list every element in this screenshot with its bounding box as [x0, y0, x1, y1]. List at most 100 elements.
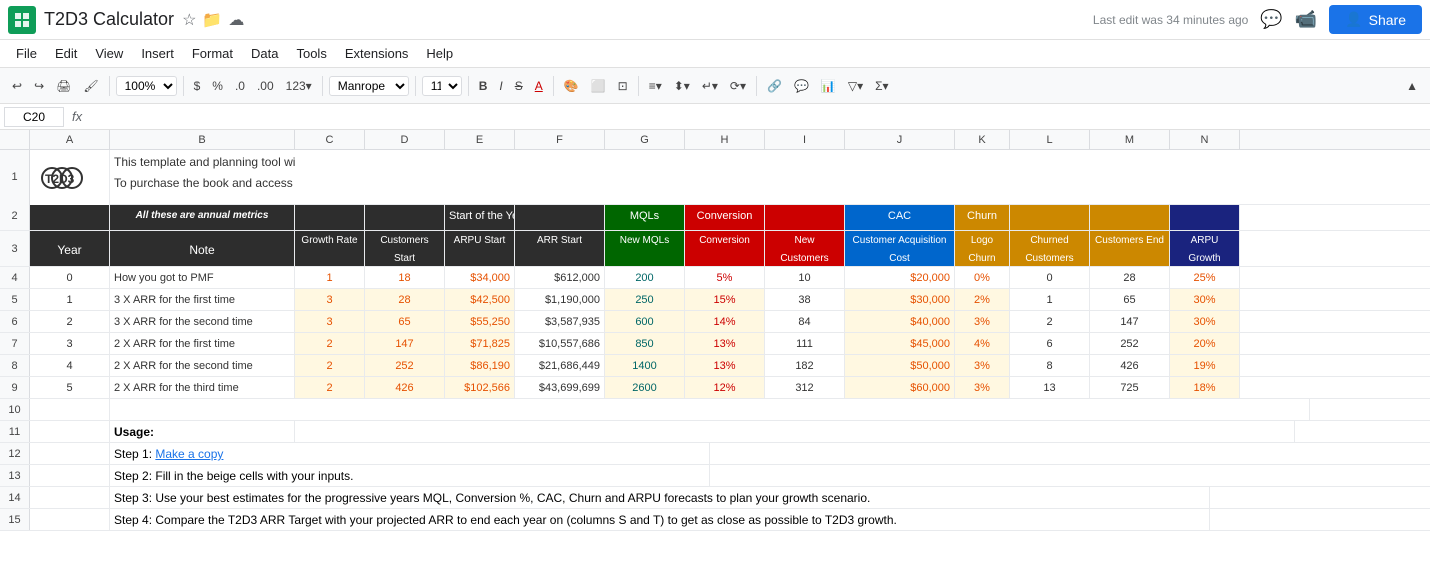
row-num-6: 6 — [0, 311, 30, 332]
cell-k3-logochurn: Logo Churn — [955, 231, 1010, 266]
cell-l3-churnedcust: Churned Customers — [1010, 231, 1090, 266]
row-num-7: 7 — [0, 333, 30, 354]
function-button[interactable]: Σ▾ — [871, 77, 892, 95]
decimal-inc-button[interactable]: .00 — [253, 77, 278, 95]
formula-bar: fx — [0, 104, 1430, 130]
valign-button[interactable]: ⬍▾ — [670, 77, 694, 95]
cell-g7-mqls: 850 — [605, 333, 685, 354]
borders-button[interactable]: ⬜ — [587, 77, 610, 95]
cell-d2 — [365, 205, 445, 230]
cell-a12 — [30, 443, 110, 464]
formula-input[interactable] — [90, 108, 1426, 126]
menu-edit[interactable]: Edit — [47, 44, 85, 63]
comments-icon[interactable]: 💬 — [1260, 9, 1282, 30]
menu-extensions[interactable]: Extensions — [337, 44, 417, 63]
comment-button[interactable]: 💬 — [790, 77, 813, 95]
chart-button[interactable]: 📊 — [817, 77, 840, 95]
menu-insert[interactable]: Insert — [133, 44, 182, 63]
cell-a15 — [30, 509, 110, 530]
cell-j6-cac: $40,000 — [845, 311, 955, 332]
col-header-m: M — [1090, 130, 1170, 149]
folder-icon[interactable]: 📁 — [202, 10, 222, 30]
cloud-icon[interactable]: ☁ — [228, 10, 244, 30]
cell-f5-arrstart: $1,190,000 — [515, 289, 605, 310]
bold-button[interactable]: B — [475, 77, 492, 95]
cell-m8-custend: 426 — [1090, 355, 1170, 376]
cell-a4-year: 0 — [30, 267, 110, 288]
cell-reference-input[interactable] — [4, 107, 64, 127]
cell-i4-newcust: 10 — [765, 267, 845, 288]
meet-icon[interactable]: 📹 — [1295, 9, 1317, 30]
cell-j4-cac: $20,000 — [845, 267, 955, 288]
separator-2 — [183, 76, 184, 96]
col-header-l: L — [1010, 130, 1090, 149]
underline-a-button[interactable]: A — [531, 77, 547, 95]
filter-button[interactable]: ▽▾ — [844, 77, 867, 95]
cell-g4-mqls: 200 — [605, 267, 685, 288]
cell-b10 — [110, 399, 1310, 420]
row-num-8: 8 — [0, 355, 30, 376]
column-headers: A B C D E F G H I J K L M N — [0, 130, 1430, 150]
row-1: 1 T2D3 This template and planning tool w… — [0, 150, 1430, 205]
link-button[interactable]: 🔗 — [763, 77, 786, 95]
cell-n6-arpugrowth: 30% — [1170, 311, 1240, 332]
cell-a7-year: 3 — [30, 333, 110, 354]
paint-format-button[interactable]: 🖌 — [79, 77, 102, 95]
cell-f4-arrstart: $612,000 — [515, 267, 605, 288]
cell-h9-conversion: 12% — [685, 377, 765, 398]
col-header-e: E — [445, 130, 515, 149]
row-11: 11 Usage: — [0, 421, 1430, 443]
text-rotate-button[interactable]: ⟳▾ — [726, 77, 750, 95]
print-button[interactable]: 🖨 — [52, 77, 75, 95]
menu-help[interactable]: Help — [418, 44, 461, 63]
menu-format[interactable]: Format — [184, 44, 241, 63]
fill-color-button[interactable]: 🎨 — [560, 77, 583, 95]
make-copy-link[interactable]: Make a copy — [155, 447, 223, 461]
cell-k5-logochurn: 2% — [955, 289, 1010, 310]
cell-g6-mqls: 600 — [605, 311, 685, 332]
cell-m3-custend: Customers End — [1090, 231, 1170, 266]
redo-button[interactable]: ↪ — [30, 77, 48, 95]
cell-a8-year: 4 — [30, 355, 110, 376]
cell-b4-note: How you got to PMF — [110, 267, 295, 288]
currency-button[interactable]: $ — [190, 77, 205, 95]
row-num-10: 10 — [0, 399, 30, 420]
zoom-select[interactable]: 100% — [116, 76, 177, 96]
percent-button[interactable]: % — [208, 77, 227, 95]
cell-d9-custstart: 426 — [365, 377, 445, 398]
menu-data[interactable]: Data — [243, 44, 286, 63]
undo-button[interactable]: ↩ — [8, 77, 26, 95]
text-wrap-button[interactable]: ↵▾ — [698, 77, 722, 95]
cell-rest-11 — [295, 421, 1295, 442]
share-button[interactable]: 👤 Share — [1329, 5, 1422, 34]
svg-text:T2D3: T2D3 — [45, 172, 75, 186]
cell-b9-note: 2 X ARR for the third time — [110, 377, 295, 398]
merge-button[interactable]: ⊡ — [614, 77, 632, 95]
cell-n5-arpugrowth: 30% — [1170, 289, 1240, 310]
star-icon[interactable]: ☆ — [182, 10, 196, 30]
cell-f6-arrstart: $3,587,935 — [515, 311, 605, 332]
col-header-b: B — [110, 130, 295, 149]
collapse-button[interactable]: ▲ — [1402, 77, 1422, 95]
format-more-button[interactable]: 123▾ — [282, 77, 316, 95]
row-12: 12 Step 1: Make a copy — [0, 443, 1430, 465]
separator-3 — [322, 76, 323, 96]
menu-view[interactable]: View — [87, 44, 131, 63]
row-num-13: 13 — [0, 465, 30, 486]
cell-a5-year: 1 — [30, 289, 110, 310]
font-size-select[interactable]: 11 — [422, 76, 462, 96]
decimal-dec-button[interactable]: .0 — [231, 77, 249, 95]
menu-file[interactable]: File — [8, 44, 45, 63]
row-15: 15 Step 4: Compare the T2D3 ARR Target w… — [0, 509, 1430, 531]
menu-tools[interactable]: Tools — [288, 44, 334, 63]
cell-l8-churnedcust: 8 — [1010, 355, 1090, 376]
font-select[interactable]: Manrope — [329, 76, 409, 96]
cell-n9-arpugrowth: 18% — [1170, 377, 1240, 398]
align-button[interactable]: ≡▾ — [645, 77, 666, 95]
cell-m7-custend: 252 — [1090, 333, 1170, 354]
cell-l7-churnedcust: 6 — [1010, 333, 1090, 354]
italic-button[interactable]: I — [495, 77, 506, 95]
cell-a14 — [30, 487, 110, 508]
underline-button[interactable]: S — [511, 77, 527, 95]
cell-k7-logochurn: 4% — [955, 333, 1010, 354]
